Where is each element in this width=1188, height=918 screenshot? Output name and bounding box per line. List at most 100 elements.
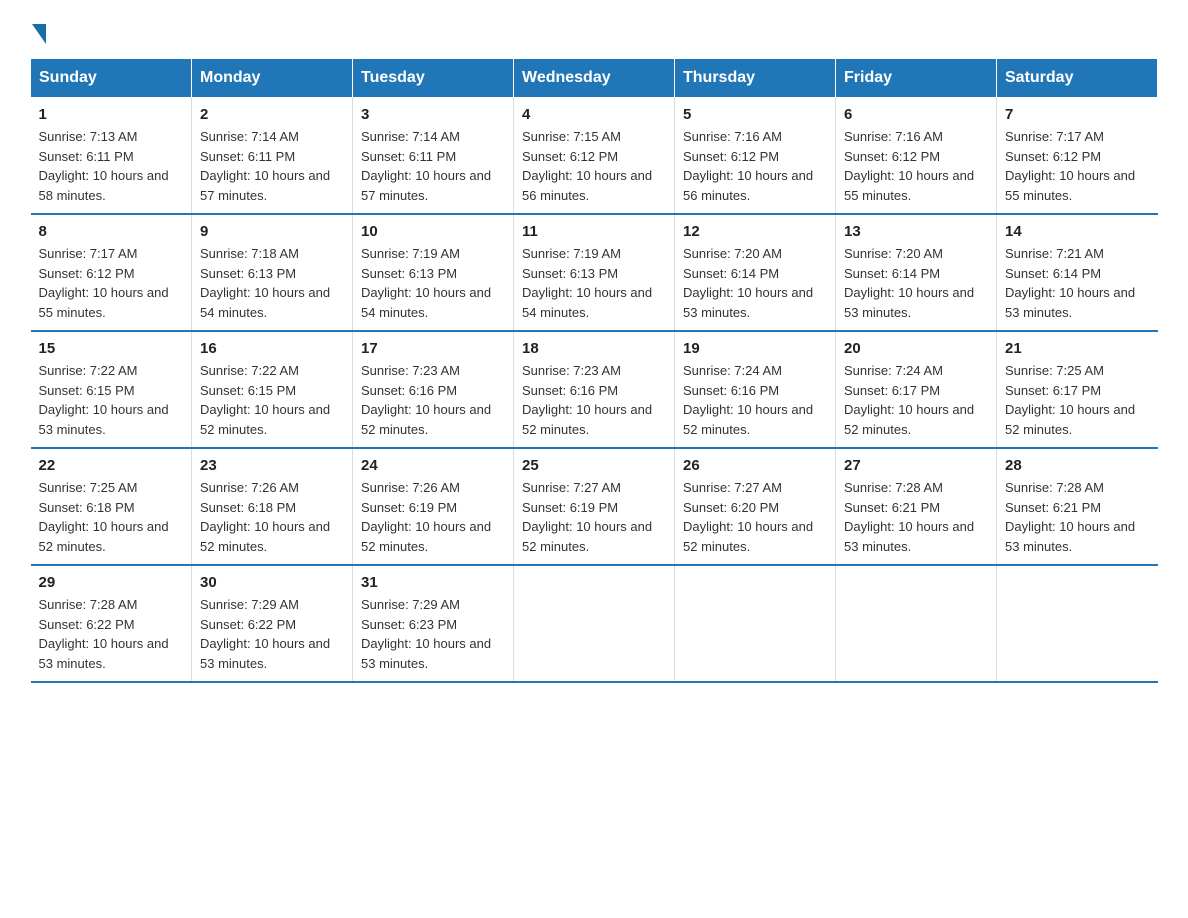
calendar-cell: 24 Sunrise: 7:26 AM Sunset: 6:19 PM Dayl… xyxy=(353,448,514,565)
day-info: Sunrise: 7:20 AM Sunset: 6:14 PM Dayligh… xyxy=(683,244,827,322)
week-row-5: 29 Sunrise: 7:28 AM Sunset: 6:22 PM Dayl… xyxy=(31,565,1158,682)
day-info: Sunrise: 7:28 AM Sunset: 6:22 PM Dayligh… xyxy=(39,595,184,673)
calendar-cell: 15 Sunrise: 7:22 AM Sunset: 6:15 PM Dayl… xyxy=(31,331,192,448)
calendar-cell: 21 Sunrise: 7:25 AM Sunset: 6:17 PM Dayl… xyxy=(997,331,1158,448)
calendar-cell: 29 Sunrise: 7:28 AM Sunset: 6:22 PM Dayl… xyxy=(31,565,192,682)
day-info: Sunrise: 7:14 AM Sunset: 6:11 PM Dayligh… xyxy=(361,127,505,205)
day-info: Sunrise: 7:19 AM Sunset: 6:13 PM Dayligh… xyxy=(361,244,505,322)
day-number: 18 xyxy=(522,340,666,357)
day-info: Sunrise: 7:24 AM Sunset: 6:16 PM Dayligh… xyxy=(683,361,827,439)
day-number: 25 xyxy=(522,457,666,474)
calendar-cell: 4 Sunrise: 7:15 AM Sunset: 6:12 PM Dayli… xyxy=(514,98,675,215)
day-info: Sunrise: 7:22 AM Sunset: 6:15 PM Dayligh… xyxy=(39,361,184,439)
calendar-cell: 10 Sunrise: 7:19 AM Sunset: 6:13 PM Dayl… xyxy=(353,214,514,331)
day-number: 16 xyxy=(200,340,344,357)
week-row-1: 1 Sunrise: 7:13 AM Sunset: 6:11 PM Dayli… xyxy=(31,98,1158,215)
day-info: Sunrise: 7:22 AM Sunset: 6:15 PM Dayligh… xyxy=(200,361,344,439)
calendar-cell: 11 Sunrise: 7:19 AM Sunset: 6:13 PM Dayl… xyxy=(514,214,675,331)
day-info: Sunrise: 7:19 AM Sunset: 6:13 PM Dayligh… xyxy=(522,244,666,322)
calendar-cell: 26 Sunrise: 7:27 AM Sunset: 6:20 PM Dayl… xyxy=(675,448,836,565)
day-info: Sunrise: 7:27 AM Sunset: 6:19 PM Dayligh… xyxy=(522,478,666,556)
day-number: 6 xyxy=(844,106,988,123)
logo-arrow-icon xyxy=(32,24,46,44)
day-number: 7 xyxy=(1005,106,1150,123)
weekday-header-row: SundayMondayTuesdayWednesdayThursdayFrid… xyxy=(31,59,1158,98)
day-info: Sunrise: 7:28 AM Sunset: 6:21 PM Dayligh… xyxy=(1005,478,1150,556)
calendar-cell: 23 Sunrise: 7:26 AM Sunset: 6:18 PM Dayl… xyxy=(192,448,353,565)
week-row-3: 15 Sunrise: 7:22 AM Sunset: 6:15 PM Dayl… xyxy=(31,331,1158,448)
day-info: Sunrise: 7:25 AM Sunset: 6:18 PM Dayligh… xyxy=(39,478,184,556)
day-number: 13 xyxy=(844,223,988,240)
day-info: Sunrise: 7:17 AM Sunset: 6:12 PM Dayligh… xyxy=(1005,127,1150,205)
calendar-cell xyxy=(836,565,997,682)
calendar-cell: 28 Sunrise: 7:28 AM Sunset: 6:21 PM Dayl… xyxy=(997,448,1158,565)
day-number: 15 xyxy=(39,340,184,357)
calendar-cell: 31 Sunrise: 7:29 AM Sunset: 6:23 PM Dayl… xyxy=(353,565,514,682)
calendar-cell: 3 Sunrise: 7:14 AM Sunset: 6:11 PM Dayli… xyxy=(353,98,514,215)
day-number: 4 xyxy=(522,106,666,123)
calendar-cell: 8 Sunrise: 7:17 AM Sunset: 6:12 PM Dayli… xyxy=(31,214,192,331)
calendar-cell: 25 Sunrise: 7:27 AM Sunset: 6:19 PM Dayl… xyxy=(514,448,675,565)
calendar-cell: 22 Sunrise: 7:25 AM Sunset: 6:18 PM Dayl… xyxy=(31,448,192,565)
day-info: Sunrise: 7:20 AM Sunset: 6:14 PM Dayligh… xyxy=(844,244,988,322)
calendar-cell: 19 Sunrise: 7:24 AM Sunset: 6:16 PM Dayl… xyxy=(675,331,836,448)
day-number: 1 xyxy=(39,106,184,123)
calendar-cell: 9 Sunrise: 7:18 AM Sunset: 6:13 PM Dayli… xyxy=(192,214,353,331)
day-info: Sunrise: 7:17 AM Sunset: 6:12 PM Dayligh… xyxy=(39,244,184,322)
day-number: 17 xyxy=(361,340,505,357)
day-info: Sunrise: 7:15 AM Sunset: 6:12 PM Dayligh… xyxy=(522,127,666,205)
day-number: 5 xyxy=(683,106,827,123)
weekday-header-sunday: Sunday xyxy=(31,59,192,98)
weekday-header-saturday: Saturday xyxy=(997,59,1158,98)
day-info: Sunrise: 7:23 AM Sunset: 6:16 PM Dayligh… xyxy=(361,361,505,439)
calendar-cell: 6 Sunrise: 7:16 AM Sunset: 6:12 PM Dayli… xyxy=(836,98,997,215)
calendar-cell: 20 Sunrise: 7:24 AM Sunset: 6:17 PM Dayl… xyxy=(836,331,997,448)
calendar-cell: 18 Sunrise: 7:23 AM Sunset: 6:16 PM Dayl… xyxy=(514,331,675,448)
calendar-cell: 12 Sunrise: 7:20 AM Sunset: 6:14 PM Dayl… xyxy=(675,214,836,331)
calendar-cell: 30 Sunrise: 7:29 AM Sunset: 6:22 PM Dayl… xyxy=(192,565,353,682)
day-number: 26 xyxy=(683,457,827,474)
day-info: Sunrise: 7:27 AM Sunset: 6:20 PM Dayligh… xyxy=(683,478,827,556)
weekday-header-tuesday: Tuesday xyxy=(353,59,514,98)
day-number: 29 xyxy=(39,574,184,591)
calendar-cell: 1 Sunrise: 7:13 AM Sunset: 6:11 PM Dayli… xyxy=(31,98,192,215)
day-number: 23 xyxy=(200,457,344,474)
calendar-cell xyxy=(675,565,836,682)
day-info: Sunrise: 7:29 AM Sunset: 6:22 PM Dayligh… xyxy=(200,595,344,673)
day-number: 14 xyxy=(1005,223,1150,240)
calendar-cell: 27 Sunrise: 7:28 AM Sunset: 6:21 PM Dayl… xyxy=(836,448,997,565)
day-number: 3 xyxy=(361,106,505,123)
day-info: Sunrise: 7:26 AM Sunset: 6:18 PM Dayligh… xyxy=(200,478,344,556)
day-number: 12 xyxy=(683,223,827,240)
day-info: Sunrise: 7:13 AM Sunset: 6:11 PM Dayligh… xyxy=(39,127,184,205)
calendar-cell xyxy=(997,565,1158,682)
week-row-2: 8 Sunrise: 7:17 AM Sunset: 6:12 PM Dayli… xyxy=(31,214,1158,331)
day-number: 8 xyxy=(39,223,184,240)
day-info: Sunrise: 7:25 AM Sunset: 6:17 PM Dayligh… xyxy=(1005,361,1150,439)
day-number: 10 xyxy=(361,223,505,240)
weekday-header-monday: Monday xyxy=(192,59,353,98)
day-info: Sunrise: 7:16 AM Sunset: 6:12 PM Dayligh… xyxy=(844,127,988,205)
calendar-cell: 16 Sunrise: 7:22 AM Sunset: 6:15 PM Dayl… xyxy=(192,331,353,448)
weekday-header-friday: Friday xyxy=(836,59,997,98)
day-info: Sunrise: 7:14 AM Sunset: 6:11 PM Dayligh… xyxy=(200,127,344,205)
day-info: Sunrise: 7:26 AM Sunset: 6:19 PM Dayligh… xyxy=(361,478,505,556)
day-info: Sunrise: 7:16 AM Sunset: 6:12 PM Dayligh… xyxy=(683,127,827,205)
week-row-4: 22 Sunrise: 7:25 AM Sunset: 6:18 PM Dayl… xyxy=(31,448,1158,565)
day-number: 20 xyxy=(844,340,988,357)
day-number: 24 xyxy=(361,457,505,474)
calendar-cell xyxy=(514,565,675,682)
weekday-header-wednesday: Wednesday xyxy=(514,59,675,98)
calendar-cell: 13 Sunrise: 7:20 AM Sunset: 6:14 PM Dayl… xyxy=(836,214,997,331)
day-info: Sunrise: 7:28 AM Sunset: 6:21 PM Dayligh… xyxy=(844,478,988,556)
day-number: 28 xyxy=(1005,457,1150,474)
calendar-cell: 2 Sunrise: 7:14 AM Sunset: 6:11 PM Dayli… xyxy=(192,98,353,215)
day-number: 31 xyxy=(361,574,505,591)
day-number: 9 xyxy=(200,223,344,240)
day-number: 30 xyxy=(200,574,344,591)
day-number: 27 xyxy=(844,457,988,474)
day-number: 2 xyxy=(200,106,344,123)
day-info: Sunrise: 7:18 AM Sunset: 6:13 PM Dayligh… xyxy=(200,244,344,322)
calendar-cell: 17 Sunrise: 7:23 AM Sunset: 6:16 PM Dayl… xyxy=(353,331,514,448)
day-number: 22 xyxy=(39,457,184,474)
